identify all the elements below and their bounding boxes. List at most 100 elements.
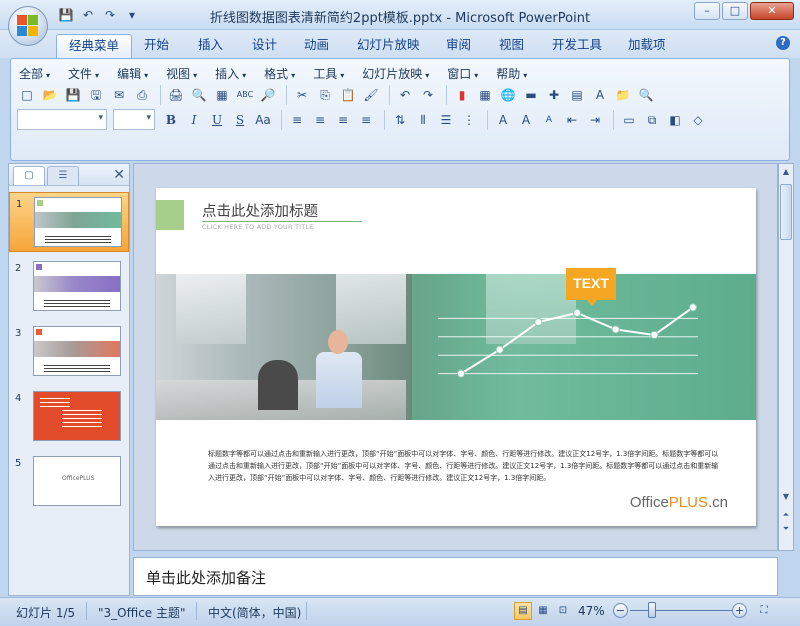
menu-format[interactable]: 格式 ▾ bbox=[264, 65, 295, 82]
justify-button[interactable]: ≡ bbox=[356, 110, 376, 130]
body-text[interactable]: 标题数字等都可以通过点击和重新输入进行更改，顶部“开始”面板中可以对字体、字号、… bbox=[208, 448, 724, 484]
folder-icon[interactable]: 📁 bbox=[613, 85, 633, 105]
shrink-font-button[interactable]: A bbox=[539, 110, 559, 130]
tab-design[interactable]: 设计 bbox=[240, 34, 289, 58]
text-direction-icon[interactable]: ⇅ bbox=[390, 110, 410, 130]
vertical-scrollbar[interactable]: ▲ ▼ ⏶ ⏷ bbox=[778, 163, 794, 551]
grow-font-button[interactable]: A bbox=[516, 110, 536, 130]
strikethrough-button[interactable]: S bbox=[230, 110, 250, 130]
tab-addins[interactable]: 加载项 bbox=[616, 34, 678, 58]
tab-home[interactable]: 开始 bbox=[132, 34, 181, 58]
hyperlink-icon[interactable]: 🌐 bbox=[498, 85, 518, 105]
tab-classic-menu[interactable]: 经典菜单 bbox=[56, 34, 133, 58]
slide-thumbnail-1[interactable]: 1 bbox=[9, 192, 129, 252]
tab-animation[interactable]: 动画 bbox=[292, 34, 341, 58]
menu-all[interactable]: 全部 ▾ bbox=[19, 65, 50, 82]
change-case-button[interactable]: Aa bbox=[253, 110, 273, 130]
slide-thumbnail-3[interactable]: 3 bbox=[9, 322, 129, 382]
slide-title[interactable]: 点击此处添加标题 bbox=[202, 200, 318, 221]
notes-pane[interactable]: 单击此处添加备注 bbox=[133, 557, 778, 596]
slide-subtitle[interactable]: CLICK HERE TO ADD YOUR TITLE bbox=[202, 223, 314, 231]
zoom-slider-thumb[interactable] bbox=[648, 602, 656, 618]
chart-icon[interactable]: ▮ bbox=[452, 85, 472, 105]
slide-canvas[interactable]: 点击此处添加标题 CLICK HERE TO ADD YOUR TITLE TE… bbox=[156, 188, 756, 526]
undo-icon[interactable]: ↶ bbox=[395, 85, 415, 105]
menu-slideshow[interactable]: 幻灯片放映 ▾ bbox=[362, 65, 429, 82]
publish-icon[interactable]: ⎙ bbox=[132, 85, 152, 105]
new-slide-icon[interactable]: ✚ bbox=[544, 85, 564, 105]
redo-icon[interactable]: ↷ bbox=[418, 85, 438, 105]
scroll-up-icon[interactable]: ▲ bbox=[779, 165, 793, 179]
zoom-in-icon[interactable]: + bbox=[732, 603, 747, 618]
decrease-indent-icon[interactable]: ⇤ bbox=[562, 110, 582, 130]
research-icon[interactable]: 🔎 bbox=[258, 85, 278, 105]
slide-thumbnail-5[interactable]: 5 OfficePLUS bbox=[9, 452, 129, 512]
italic-button[interactable]: I bbox=[184, 110, 204, 130]
spelling-icon[interactable]: ABC bbox=[235, 85, 255, 105]
zoom-slider-track[interactable] bbox=[630, 610, 732, 611]
open-icon[interactable]: 📂 bbox=[40, 85, 60, 105]
columns-icon[interactable]: ⫴ bbox=[413, 110, 433, 130]
new-icon[interactable]: □ bbox=[17, 85, 37, 105]
save-as-icon[interactable]: 🖫 bbox=[86, 85, 106, 105]
tab-view[interactable]: 视图 bbox=[487, 34, 536, 58]
slide-layout-icon[interactable]: ▤ bbox=[567, 85, 587, 105]
bullets-icon[interactable]: ⋮ bbox=[459, 110, 479, 130]
arrange-icon[interactable]: ⧉ bbox=[642, 110, 662, 130]
tab-review[interactable]: 审阅 bbox=[434, 34, 483, 58]
menu-file[interactable]: 文件 ▾ bbox=[68, 65, 99, 82]
zoom-level[interactable]: 47% bbox=[578, 604, 605, 618]
paste-icon[interactable]: 📋 bbox=[338, 85, 358, 105]
scrollbar-thumb[interactable] bbox=[780, 184, 792, 240]
zoom-out-icon[interactable]: − bbox=[613, 603, 628, 618]
slideshow-view-icon[interactable]: ⊡ bbox=[554, 602, 572, 620]
menu-help[interactable]: 帮助 ▾ bbox=[496, 65, 527, 82]
tab-developer[interactable]: 开发工具 bbox=[540, 34, 614, 58]
cut-icon[interactable]: ✂ bbox=[292, 85, 312, 105]
fit-to-window-icon[interactable]: ⛶ bbox=[755, 602, 773, 620]
print-icon[interactable]: 🖨 bbox=[166, 85, 186, 105]
email-icon[interactable]: ✉ bbox=[109, 85, 129, 105]
slide-thumbnail-2[interactable]: 2 bbox=[9, 257, 129, 317]
scroll-down-icon[interactable]: ▼ bbox=[779, 490, 793, 504]
table-icon[interactable]: ▦ bbox=[475, 85, 495, 105]
next-slide-icon[interactable]: ⏷ bbox=[779, 522, 793, 536]
font-size-combo[interactable] bbox=[113, 109, 155, 130]
office-button[interactable] bbox=[8, 6, 48, 46]
layout-icon[interactable]: ▦ bbox=[212, 85, 232, 105]
previous-slide-icon[interactable]: ⏶ bbox=[779, 508, 793, 522]
text-badge[interactable]: TEXT bbox=[566, 268, 616, 306]
copy-icon[interactable]: ⎘ bbox=[315, 85, 335, 105]
close-pane-icon[interactable]: ✕ bbox=[113, 167, 125, 183]
tab-slideshow[interactable]: 幻灯片放映 bbox=[345, 34, 432, 58]
notes-placeholder[interactable]: 单击此处添加备注 bbox=[146, 567, 266, 588]
line-chart[interactable] bbox=[156, 274, 756, 420]
format-painter-icon[interactable]: 🖌 bbox=[361, 85, 381, 105]
tab-outline[interactable]: ☰ bbox=[47, 166, 79, 185]
shapes-icon[interactable]: ▭ bbox=[619, 110, 639, 130]
save-icon[interactable]: 💾 bbox=[63, 85, 83, 105]
font-name-combo[interactable] bbox=[17, 109, 107, 130]
menu-view[interactable]: 视图 ▾ bbox=[166, 65, 197, 82]
underline-button[interactable]: U bbox=[207, 110, 227, 130]
menu-tools[interactable]: 工具 ▾ bbox=[313, 65, 344, 82]
slide-sorter-icon[interactable]: ▦ bbox=[534, 602, 552, 620]
find-icon[interactable]: 🔍 bbox=[636, 85, 656, 105]
align-right-button[interactable]: ≡ bbox=[333, 110, 353, 130]
menu-window[interactable]: 窗口 ▾ bbox=[447, 65, 478, 82]
font-color-button[interactable]: A bbox=[493, 110, 513, 130]
numbering-icon[interactable]: ☰ bbox=[436, 110, 456, 130]
slide-thumbnail-4[interactable]: 4 bbox=[9, 387, 129, 447]
normal-view-icon[interactable]: ▤ bbox=[514, 602, 532, 620]
language-indicator[interactable]: 中文(简体，中国) bbox=[208, 604, 301, 621]
close-button[interactable]: ✕ bbox=[750, 2, 794, 20]
align-center-button[interactable]: ≡ bbox=[310, 110, 330, 130]
bold-button[interactable]: B bbox=[161, 110, 181, 130]
increase-indent-icon[interactable]: ⇥ bbox=[585, 110, 605, 130]
menu-edit[interactable]: 编辑 ▾ bbox=[117, 65, 148, 82]
print-preview-icon[interactable]: 🔍 bbox=[189, 85, 209, 105]
textbox-icon[interactable]: A bbox=[590, 85, 610, 105]
tab-slides[interactable]: ▢ bbox=[13, 166, 45, 185]
align-left-button[interactable]: ≡ bbox=[287, 110, 307, 130]
shape-fill-icon[interactable]: ◧ bbox=[665, 110, 685, 130]
